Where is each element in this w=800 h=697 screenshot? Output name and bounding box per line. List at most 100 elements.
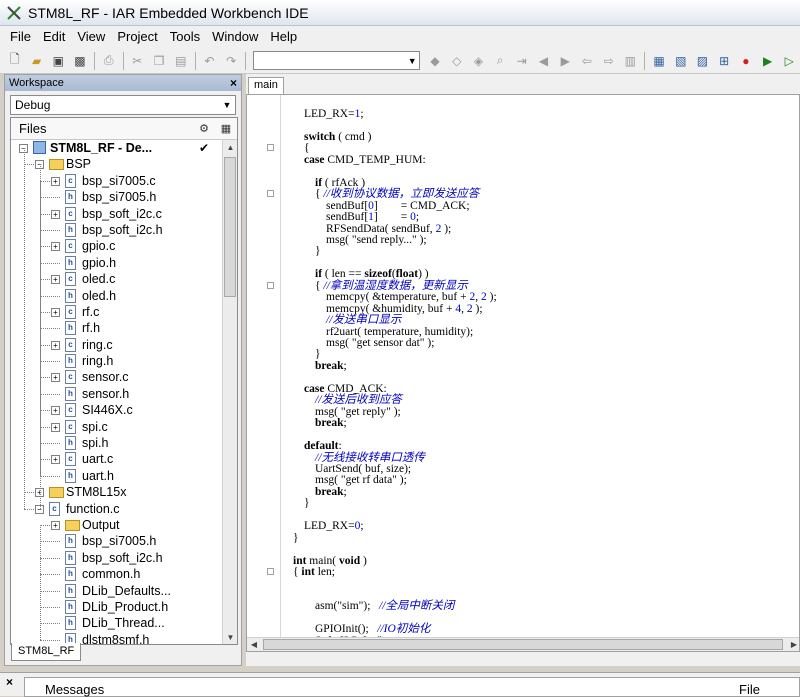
tree-item[interactable]: h bsp_si7005.h bbox=[11, 533, 223, 549]
fold-marker-icon[interactable] bbox=[267, 281, 274, 289]
tree-item[interactable]: h DLib_Defaults... bbox=[11, 583, 223, 599]
tree-item[interactable]: h uart.h bbox=[11, 468, 223, 484]
menu-tools[interactable]: Tools bbox=[164, 26, 206, 48]
chevron-down-icon[interactable]: ▼ bbox=[405, 56, 419, 66]
undo-icon[interactable]: ↶ bbox=[201, 52, 219, 70]
close-icon[interactable]: × bbox=[230, 76, 237, 90]
tree-item[interactable]: h bsp_soft_i2c.h bbox=[11, 550, 223, 566]
tree-item[interactable]: + c bsp_soft_i2c.c bbox=[11, 206, 223, 222]
open-folder-icon[interactable]: ▰ bbox=[28, 52, 46, 70]
workspace-tab[interactable]: STM8L_RF bbox=[11, 643, 82, 661]
next-bookmark-icon[interactable]: ◈ bbox=[470, 52, 488, 70]
tree-item[interactable]: − STM8L_RF - De... ✔ bbox=[11, 140, 223, 156]
tree-item[interactable]: − BSP bbox=[11, 156, 223, 172]
compile-icon[interactable]: ▦ bbox=[650, 52, 668, 70]
tree-item[interactable]: + c gpio.c bbox=[11, 238, 223, 254]
tree-item[interactable]: h bsp_si7005.h bbox=[11, 189, 223, 205]
build-status-icon[interactable]: ▦ bbox=[215, 122, 237, 135]
download-debug-icon[interactable]: ▶ bbox=[759, 52, 777, 70]
menu-window[interactable]: Window bbox=[206, 26, 264, 48]
scrollbar-thumb[interactable] bbox=[224, 157, 236, 297]
expand-icon[interactable]: + bbox=[51, 422, 60, 432]
tree-item[interactable]: h common.h bbox=[11, 566, 223, 582]
expand-icon[interactable]: + bbox=[51, 373, 60, 383]
toggle-bookmark-icon[interactable]: ◆ bbox=[426, 52, 444, 70]
nav-back-icon[interactable]: ◀ bbox=[535, 52, 553, 70]
code-token: if bbox=[315, 268, 323, 281]
make-icon[interactable]: ▧ bbox=[672, 52, 690, 70]
prev-bookmark-icon[interactable]: ◇ bbox=[448, 52, 466, 70]
close-icon[interactable]: × bbox=[6, 675, 13, 689]
fold-marker-icon[interactable] bbox=[267, 568, 274, 575]
print-icon[interactable]: ⎙ bbox=[100, 52, 118, 70]
tree-item[interactable]: h DLib_Product.h bbox=[11, 599, 223, 615]
debug-icon[interactable]: ▷ bbox=[780, 52, 798, 70]
expand-icon[interactable]: + bbox=[51, 340, 60, 350]
tree-item[interactable]: + c spi.c bbox=[11, 419, 223, 435]
scroll-left-icon[interactable]: ◀ bbox=[247, 638, 261, 651]
tree-item[interactable]: + c rf.c bbox=[11, 304, 223, 320]
stop-build-icon[interactable]: ⊞ bbox=[715, 52, 733, 70]
find-in-files-icon[interactable]: ⌕ bbox=[491, 52, 509, 70]
scroll-right-icon[interactable]: ▶ bbox=[787, 638, 799, 651]
expand-icon[interactable]: + bbox=[51, 406, 60, 416]
nav-forward-icon[interactable]: ▶ bbox=[556, 52, 574, 70]
options-icon[interactable]: ⚙ bbox=[193, 122, 215, 135]
browse-back-icon[interactable]: ⇦ bbox=[578, 52, 596, 70]
tree-item[interactable]: h spi.h bbox=[11, 435, 223, 451]
menu-edit[interactable]: Edit bbox=[37, 26, 71, 48]
browse-icon[interactable]: ▥ bbox=[622, 52, 640, 70]
editor-hscrollbar[interactable]: ◀ ▶ bbox=[247, 637, 799, 651]
tree-item[interactable]: + c uart.c bbox=[11, 451, 223, 467]
cut-icon[interactable]: ✂ bbox=[128, 52, 146, 70]
tree-item[interactable]: + c ring.c bbox=[11, 337, 223, 353]
scroll-up-icon[interactable]: ▲ bbox=[223, 140, 237, 155]
new-file-icon[interactable]: 🗋 bbox=[6, 52, 24, 70]
tree-item[interactable]: h bsp_soft_i2c.h bbox=[11, 222, 223, 238]
save-icon[interactable]: ▣ bbox=[49, 52, 67, 70]
menu-project[interactable]: Project bbox=[111, 26, 163, 48]
tree-item[interactable]: h ring.h bbox=[11, 353, 223, 369]
expand-icon[interactable]: + bbox=[51, 520, 60, 530]
tree-item[interactable]: + c bsp_si7005.c bbox=[11, 173, 223, 189]
batch-build-icon[interactable]: ▨ bbox=[694, 52, 712, 70]
code-token: msg( "get rf data" ); bbox=[315, 474, 407, 487]
fold-marker-icon[interactable] bbox=[267, 144, 274, 152]
tree-item[interactable]: + STM8L15x bbox=[11, 484, 223, 500]
copy-icon[interactable]: ❐ bbox=[150, 52, 168, 70]
browse-forward-icon[interactable]: ⇨ bbox=[600, 52, 618, 70]
tree-item[interactable]: + c oled.c bbox=[11, 271, 223, 287]
tree-item[interactable]: h sensor.h bbox=[11, 386, 223, 402]
code-editor[interactable]: LED_RX=1; switch ( cmd ){case CMD_TEMP_HU… bbox=[246, 94, 800, 652]
tree-item[interactable]: h rf.h bbox=[11, 320, 223, 336]
redo-icon[interactable]: ↷ bbox=[222, 52, 240, 70]
breakpoint-icon[interactable]: ● bbox=[737, 52, 755, 70]
scroll-down-icon[interactable]: ▼ bbox=[223, 630, 237, 644]
expand-icon[interactable]: + bbox=[51, 242, 60, 252]
menu-view[interactable]: View bbox=[71, 26, 111, 48]
tab-main[interactable]: main bbox=[248, 77, 284, 94]
menu-help[interactable]: Help bbox=[264, 26, 303, 48]
menu-file[interactable]: File bbox=[4, 26, 37, 48]
tree-item[interactable]: + c sensor.c bbox=[11, 369, 223, 385]
go-to-icon[interactable]: ⇥ bbox=[513, 52, 531, 70]
save-all-icon[interactable]: ▩ bbox=[71, 52, 89, 70]
paste-icon[interactable]: ▤ bbox=[172, 52, 190, 70]
expand-icon[interactable]: + bbox=[51, 455, 60, 465]
expand-icon[interactable]: + bbox=[51, 176, 60, 186]
tree-scrollbar[interactable]: ▲ ▼ bbox=[222, 140, 237, 644]
tree-item[interactable]: + Output bbox=[11, 517, 223, 533]
expand-icon[interactable]: + bbox=[51, 209, 60, 219]
fold-marker-icon[interactable] bbox=[267, 190, 274, 198]
tree-item[interactable]: − c function.c bbox=[11, 501, 223, 517]
tree-item[interactable]: h DLib_Thread... bbox=[11, 615, 223, 631]
configuration-select[interactable]: Debug ▼ bbox=[10, 95, 236, 115]
expand-icon[interactable]: + bbox=[51, 307, 60, 317]
tree-item[interactable]: h oled.h bbox=[11, 288, 223, 304]
tree-item[interactable]: h gpio.h bbox=[11, 255, 223, 271]
chevron-down-icon[interactable]: ▼ bbox=[219, 100, 235, 110]
scrollbar-thumb[interactable] bbox=[263, 639, 783, 650]
find-combo[interactable]: ▼ bbox=[252, 51, 421, 70]
tree-item[interactable]: + c SI446X.c bbox=[11, 402, 223, 418]
expand-icon[interactable]: + bbox=[51, 275, 60, 285]
